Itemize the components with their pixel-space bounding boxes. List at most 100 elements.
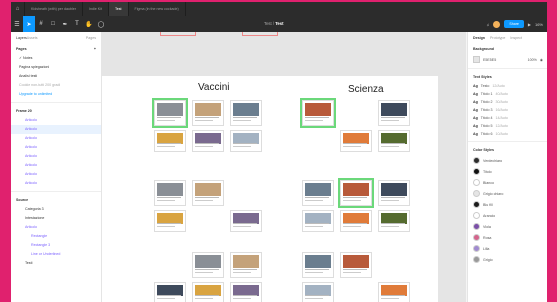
tab-design[interactable]: Design — [473, 36, 485, 40]
shape-tool-icon[interactable]: □ — [47, 16, 59, 32]
page-item[interactable]: Cookie non-tutti 200 gradi — [11, 81, 101, 90]
article-thumbnail[interactable] — [302, 210, 334, 232]
article-thumbnail[interactable] — [154, 282, 186, 302]
tab-inspect[interactable]: Inspect — [510, 36, 522, 40]
article-thumbnail[interactable] — [230, 130, 262, 152]
color-style-item[interactable]: Viola — [468, 221, 547, 232]
article-thumbnail[interactable] — [302, 180, 334, 206]
main-menu-icon[interactable]: ☰ — [11, 16, 23, 32]
layer-item[interactable]: Articolo — [11, 152, 101, 161]
tab-file[interactable]: Kidsheath (with) per daubler — [25, 2, 83, 16]
upgrade-link[interactable]: Upgrade to unlimited — [11, 90, 101, 99]
article-thumbnail[interactable] — [154, 130, 186, 152]
source-layer[interactable]: Source — [11, 195, 101, 205]
text-tool-icon[interactable]: T — [71, 16, 83, 32]
background-hex[interactable]: E5E5E5 — [483, 58, 496, 62]
layer-item[interactable]: Rectangle — [11, 232, 101, 241]
page-item[interactable]: Pagina spiegazioni — [11, 63, 101, 72]
article-thumbnail[interactable] — [152, 98, 188, 128]
article-thumbnail[interactable] — [340, 210, 372, 232]
article-thumbnail[interactable] — [302, 252, 334, 278]
layer-item[interactable]: Articolo — [11, 116, 101, 125]
article-thumbnail[interactable] — [340, 252, 372, 278]
layer-item[interactable]: Categoria 3 — [11, 205, 101, 214]
text-style-item[interactable]: Ag Titolo 5 12/Auto — [468, 122, 547, 130]
article-thumbnail[interactable] — [378, 130, 410, 152]
layer-item[interactable]: Articolo — [11, 125, 101, 134]
color-style-item[interactable]: Grigio chiaro — [468, 188, 547, 199]
hand-tool-icon[interactable]: ✋ — [83, 16, 95, 32]
frame-layer[interactable]: Frame 20 — [11, 106, 101, 116]
play-icon[interactable]: ▶ — [528, 22, 531, 27]
color-style-item[interactable]: Rosa — [468, 232, 547, 243]
file-name[interactable]: Test — [275, 21, 283, 26]
layer-item[interactable]: Articolo — [11, 179, 101, 188]
article-thumbnail[interactable] — [230, 100, 262, 126]
article-thumbnail[interactable] — [300, 98, 336, 128]
layer-item[interactable]: Articolo — [11, 223, 101, 232]
layer-item[interactable]: Articolo — [11, 170, 101, 179]
layer-item[interactable]: Line or Underlined — [11, 250, 101, 259]
color-style-item[interactable]: Verdechiaro — [468, 155, 547, 166]
article-thumbnail[interactable] — [154, 210, 186, 232]
article-thumbnail[interactable] — [340, 130, 372, 152]
page-item[interactable]: Analisi testi — [11, 72, 101, 81]
home-icon[interactable]: ⌂ — [11, 2, 25, 16]
color-style-item[interactable]: Arancio — [468, 210, 547, 221]
tab-file[interactable]: Figma (in the new cockade) — [129, 2, 186, 16]
article-thumbnail[interactable] — [338, 178, 374, 208]
layer-item[interactable]: Intestazione — [11, 214, 101, 223]
color-style-item[interactable]: Grigio — [468, 254, 547, 265]
tab-file-active[interactable]: Test — [108, 2, 129, 16]
color-style-item[interactable]: Lilla — [468, 243, 547, 254]
pen-tool-icon[interactable]: ✒ — [59, 16, 71, 32]
comment-tool-icon[interactable]: ◯ — [95, 16, 107, 32]
article-thumbnail[interactable] — [230, 210, 262, 232]
text-style-item[interactable]: Ag Titolo 1 40/Auto — [468, 90, 547, 98]
article-thumbnail[interactable] — [192, 130, 224, 152]
article-thumbnail[interactable] — [378, 282, 410, 302]
tab-layers[interactable]: Layers — [16, 36, 27, 40]
article-thumbnail[interactable] — [302, 282, 334, 302]
layer-item[interactable]: Articolo — [11, 143, 101, 152]
text-style-item[interactable]: Ag Titolo 3 16/Auto — [468, 106, 547, 114]
article-thumbnail[interactable] — [154, 180, 186, 206]
layer-item[interactable]: Articolo — [11, 134, 101, 143]
color-style-item[interactable]: Blu fill — [468, 199, 547, 210]
project-name[interactable]: Test — [264, 21, 272, 26]
text-style-item[interactable]: Ag Titolo 6 10/Auto — [468, 130, 547, 138]
text-style-item[interactable]: Ag Titolo 4 14/Auto — [468, 114, 547, 122]
frame-tool-icon[interactable]: # — [35, 16, 47, 32]
canvas[interactable]: Vaccini Scienza — [102, 32, 466, 302]
article-thumbnail[interactable] — [192, 100, 224, 126]
article-thumbnail[interactable] — [230, 252, 262, 278]
eye-icon[interactable]: ◉ — [540, 58, 543, 62]
text-style-item[interactable]: Ag Titolo 2 30/Auto — [468, 98, 547, 106]
add-page-icon[interactable]: + — [94, 47, 96, 51]
background-row[interactable]: E5E5E5 100% ◉ — [468, 54, 547, 65]
color-style-item[interactable]: Bianco — [468, 177, 547, 188]
article-thumbnail[interactable] — [192, 252, 224, 278]
color-style-item[interactable]: Titolo — [468, 166, 547, 177]
article-thumbnail[interactable] — [378, 100, 410, 126]
avatar[interactable] — [493, 20, 501, 28]
zoom-level[interactable]: 16% — [535, 22, 543, 27]
background-opacity[interactable]: 100% — [528, 58, 537, 62]
article-thumbnail[interactable] — [378, 210, 410, 232]
article-thumbnail[interactable] — [192, 180, 224, 206]
text-style-item[interactable]: Ag Testo 12/Auto — [468, 82, 547, 90]
article-thumbnail[interactable] — [378, 180, 410, 206]
tab-pages[interactable]: Pages — [86, 36, 96, 40]
article-thumbnail[interactable] — [230, 282, 262, 302]
share-button[interactable]: Share — [504, 20, 524, 28]
article-thumbnail[interactable] — [192, 282, 224, 302]
background-swatch[interactable] — [473, 56, 480, 63]
page-item[interactable]: ✓ Notes — [11, 54, 101, 63]
layer-item[interactable]: Articolo — [11, 161, 101, 170]
tab-file[interactable]: Indie Kit — [83, 2, 109, 16]
tab-assets[interactable]: Assets — [27, 36, 38, 40]
layer-item[interactable]: Rectangle 3 — [11, 241, 101, 250]
tab-prototype[interactable]: Prototype — [490, 36, 505, 40]
move-tool-icon[interactable]: ➤ — [23, 16, 35, 32]
headphones-icon[interactable]: ♫ — [486, 22, 489, 27]
